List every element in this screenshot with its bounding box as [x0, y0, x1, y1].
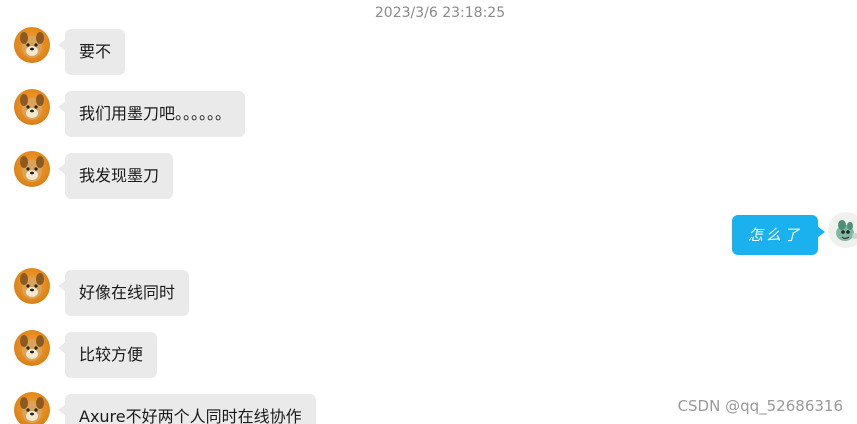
dog-avatar-icon: [20, 156, 44, 182]
contact-avatar[interactable]: [14, 151, 50, 187]
cartoon-avatar-icon: [828, 212, 857, 248]
message-bubble[interactable]: 比较方便: [57, 332, 158, 378]
contact-avatar[interactable]: [14, 268, 50, 304]
message-timestamp: 2023/3/6 23:18:25: [374, 5, 506, 21]
watermark-text: CSDN @qq_52686316: [677, 397, 843, 415]
dog-avatar-icon: [20, 32, 44, 58]
message-bubble[interactable]: 好像在线同时: [57, 270, 190, 316]
self-avatar[interactable]: [828, 212, 857, 248]
contact-avatar[interactable]: [14, 392, 50, 424]
message-bubble-self[interactable]: 怎么了: [732, 215, 826, 255]
dog-avatar-icon: [20, 94, 44, 120]
dog-avatar-icon: [20, 335, 44, 361]
message-bubble[interactable]: Axure不好两个人同时在线协作: [58, 394, 316, 424]
message-bubble[interactable]: 我们用墨刀吧。。。。。。: [57, 91, 246, 137]
contact-avatar[interactable]: [14, 330, 50, 366]
message-bubble[interactable]: 我发现墨刀: [57, 153, 174, 199]
dog-avatar-icon: [20, 273, 44, 299]
message-bubble[interactable]: 要不: [57, 29, 126, 75]
contact-avatar[interactable]: [14, 89, 50, 125]
contact-avatar[interactable]: [14, 27, 50, 63]
chat-window: 2023/3/6 23:18:25 要不 我们用墨刀吧。。。。。。 我发现墨刀 …: [0, 0, 857, 424]
dog-avatar-icon: [20, 397, 44, 423]
